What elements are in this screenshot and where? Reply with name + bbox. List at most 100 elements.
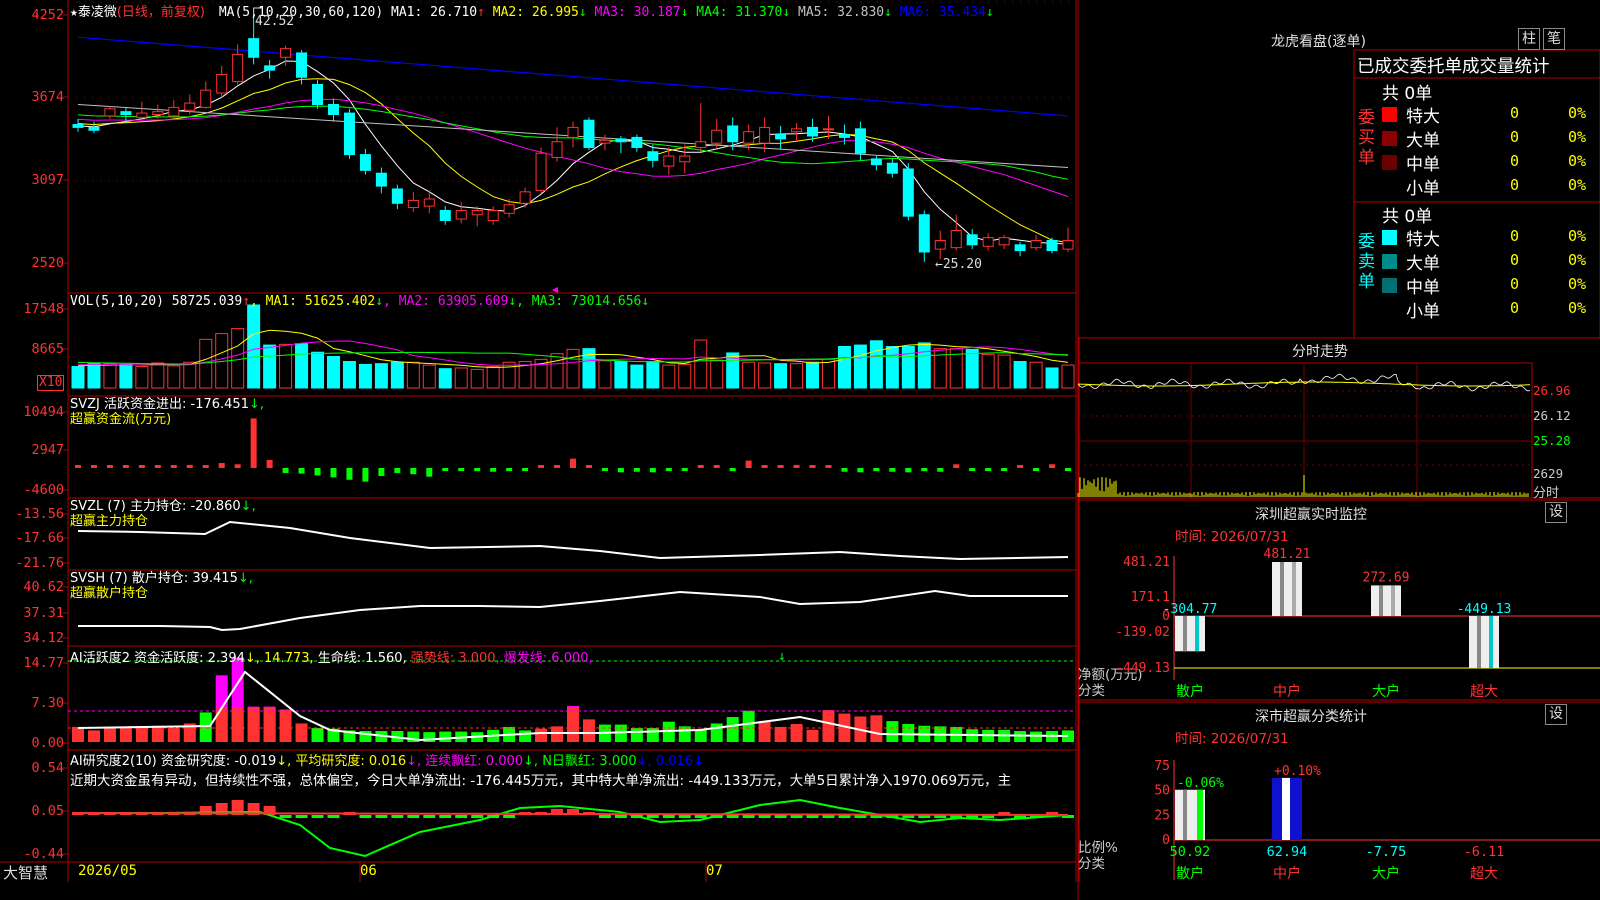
svzj-bar xyxy=(554,465,561,468)
svzj-bar xyxy=(921,468,928,472)
ma-value-2: MA2: 26.995 xyxy=(484,5,579,20)
volume-bar xyxy=(758,362,772,389)
stock-name[interactable]: 泰凌微 xyxy=(78,5,117,20)
volume-bar xyxy=(1045,367,1059,389)
candle-body xyxy=(679,155,691,163)
volume-bar xyxy=(821,358,835,389)
ai-activity-bar xyxy=(886,721,899,742)
ai-activity-bar xyxy=(439,731,452,742)
ma-arrow-1: ↑ xyxy=(477,5,485,20)
svzj-bar xyxy=(282,468,289,473)
volume-bar xyxy=(470,368,484,389)
ai-research-bar xyxy=(359,815,372,818)
svzj-bar xyxy=(298,468,305,474)
candle-body xyxy=(519,191,531,204)
ytick-svzj-0: 10494 xyxy=(23,404,64,420)
ai-activity-bar xyxy=(630,728,643,742)
svzj-bar xyxy=(218,463,225,468)
ai-research-bar xyxy=(694,815,707,818)
candle-body xyxy=(934,240,946,250)
svzj-bar xyxy=(90,465,97,468)
svzj-bar xyxy=(825,465,832,468)
vol-ma-1: , MA1: 51625.402 xyxy=(250,294,376,309)
candle-body xyxy=(631,136,643,148)
ai-research-bar xyxy=(742,815,755,818)
candle-body xyxy=(950,229,962,249)
candle-body xyxy=(695,141,707,148)
ai-research-bar xyxy=(662,815,675,818)
kline-chart-area[interactable]: ↓ ★泰凌微(日线，前复权) MA(5,10,20,30,60,120) MA1… xyxy=(0,0,1078,882)
ytick-svzl-2: -21.76 xyxy=(15,555,64,571)
ai-research-bar xyxy=(311,815,324,818)
svzj-bar xyxy=(426,468,433,477)
svzj-bar xyxy=(570,458,576,468)
ma-value-1: MA1: 26.710 xyxy=(391,5,478,20)
candle-body xyxy=(838,134,850,138)
candle-body xyxy=(615,138,627,143)
svzj-bar xyxy=(75,465,81,468)
star-icon[interactable]: ★ xyxy=(70,5,78,20)
volume-bar xyxy=(486,366,500,389)
brand-logo[interactable]: 大智慧 xyxy=(3,862,48,883)
ytick-ai2-2: -0.44 xyxy=(23,846,64,862)
candle-body xyxy=(471,209,483,216)
ai2-part-4: ↓, 0.016↓ xyxy=(636,754,704,769)
svzj-bar xyxy=(490,468,497,472)
volume-bar xyxy=(422,364,436,389)
candle-body xyxy=(1062,240,1074,250)
svzj-bar xyxy=(202,465,209,468)
candle-body xyxy=(1046,240,1058,252)
ai2-part-1: ↓, 平均研究度: 0.016 xyxy=(276,754,407,769)
vol-header: VOL(5,10,20) 58725.039↑, MA1: 51625.402↓… xyxy=(70,294,650,309)
ai-activity-bar xyxy=(582,719,595,742)
volume-bar xyxy=(326,356,340,389)
ytick-svzl-0: -13.56 xyxy=(15,506,64,522)
ytick-svzj-2: -4600 xyxy=(23,482,64,498)
candle-body xyxy=(711,129,723,144)
ai-activity-bar xyxy=(199,712,212,742)
candle-body xyxy=(168,106,180,117)
candle-body xyxy=(775,134,787,140)
volume-bar xyxy=(566,348,580,389)
ai-activity-bar-base xyxy=(263,707,276,742)
svzj-bar xyxy=(681,468,688,471)
candle-body xyxy=(487,209,499,221)
svzj-bar xyxy=(138,465,145,468)
candle-body xyxy=(104,108,116,117)
svzj-bar xyxy=(474,468,481,472)
vol-ma-arrow-1: ↓ xyxy=(375,294,384,309)
volume-bar xyxy=(917,342,931,389)
volume-bar xyxy=(694,339,708,389)
candle-body xyxy=(854,128,866,154)
sh-stats-chart[interactable]: 7550250-0.06%50.92散户+0.10%62.94中户-7.75大户… xyxy=(1078,0,1600,900)
volume-bar xyxy=(438,368,452,389)
candle-body xyxy=(152,111,164,116)
volume-bar xyxy=(231,328,245,389)
scale-label: X10 xyxy=(37,375,65,391)
volume-bar xyxy=(742,361,756,389)
candle-body xyxy=(998,237,1010,246)
ai2-header: AI研究度2(10) 资金研究度: -0.019↓, 平均研究度: 0.016↓… xyxy=(70,750,704,769)
volume-bar xyxy=(885,346,899,389)
volume-bar xyxy=(853,344,867,389)
svzj-bar xyxy=(905,468,912,473)
ytick-svzj-1: 2947 xyxy=(31,442,64,458)
volume-bar xyxy=(358,363,372,389)
low-price-label: ←25.20 xyxy=(935,257,982,272)
svzj-bar xyxy=(633,468,640,472)
ai-research-bar xyxy=(439,815,452,818)
ai-activity-bar xyxy=(758,721,771,742)
sh-bottom-label-1: 62.94 xyxy=(1267,844,1308,860)
ai-activity-bar-base xyxy=(567,707,579,742)
candle-body xyxy=(248,38,260,58)
ytick-ai2-1: 0.05 xyxy=(31,803,64,819)
candle-body xyxy=(327,103,339,116)
candle-body xyxy=(886,162,898,174)
ai-research-bar xyxy=(279,815,292,818)
candle-body xyxy=(535,152,547,191)
volume-bar xyxy=(598,360,612,389)
period-label[interactable]: (日线，前复权) xyxy=(117,5,205,20)
candle-body xyxy=(359,154,371,171)
svzj-bar xyxy=(394,468,401,473)
candle-body xyxy=(296,52,308,78)
